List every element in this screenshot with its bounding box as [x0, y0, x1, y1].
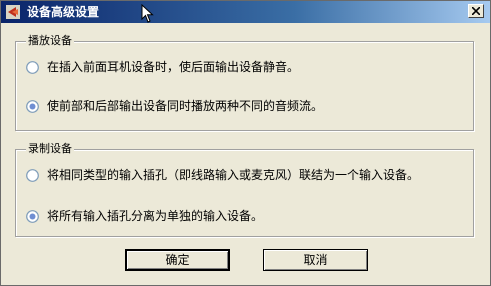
radio-selected-icon[interactable]: [26, 209, 39, 223]
radio-unselected-icon[interactable]: [26, 168, 39, 182]
option-label: 将相同类型的输入插孔（即线路输入或麦克风）联结为一个输入设备。: [47, 168, 420, 182]
advanced-settings-dialog: 设备高级设置 播放设备 在插入前面耳机设备时，使后面输出设备静音。 使前部和后部…: [0, 0, 491, 286]
close-button[interactable]: [468, 4, 484, 18]
close-icon: [472, 7, 480, 15]
option-label: 将所有输入插孔分离为单独的输入设备。: [47, 209, 264, 223]
mouse-pointer-icon: [141, 4, 154, 23]
playback-group-label: 播放设备: [26, 34, 74, 48]
option-label: 在插入前面耳机设备时，使后面输出设备静音。: [47, 60, 300, 74]
realtek-crab-icon: [6, 5, 20, 19]
ok-button[interactable]: 确定: [125, 249, 230, 271]
title-bar[interactable]: 设备高级设置: [1, 1, 490, 23]
playback-devices-group: 播放设备 在插入前面耳机设备时，使后面输出设备静音。 使前部和后部输出设备同时播…: [15, 34, 474, 131]
window-title: 设备高级设置: [27, 5, 100, 19]
cancel-button[interactable]: 取消: [263, 249, 368, 271]
option-label: 使前部和后部输出设备同时播放两种不同的音频流。: [47, 99, 324, 113]
option-tie-same-type-jacks[interactable]: 将相同类型的输入插孔（即线路输入或麦克风）联结为一个输入设备。: [26, 166, 419, 184]
option-mute-rear-on-front-headphone[interactable]: 在插入前面耳机设备时，使后面输出设备静音。: [26, 58, 299, 76]
radio-unselected-icon[interactable]: [26, 60, 39, 74]
option-dual-stream-playback[interactable]: 使前部和后部输出设备同时播放两种不同的音频流。: [26, 97, 323, 115]
recording-group-label: 录制设备: [26, 142, 74, 156]
radio-selected-icon[interactable]: [26, 99, 39, 113]
recording-devices-group: 录制设备 将相同类型的输入插孔（即线路输入或麦克风）联结为一个输入设备。 将所有…: [15, 142, 474, 237]
option-separate-all-jacks[interactable]: 将所有输入插孔分离为单独的输入设备。: [26, 207, 263, 225]
